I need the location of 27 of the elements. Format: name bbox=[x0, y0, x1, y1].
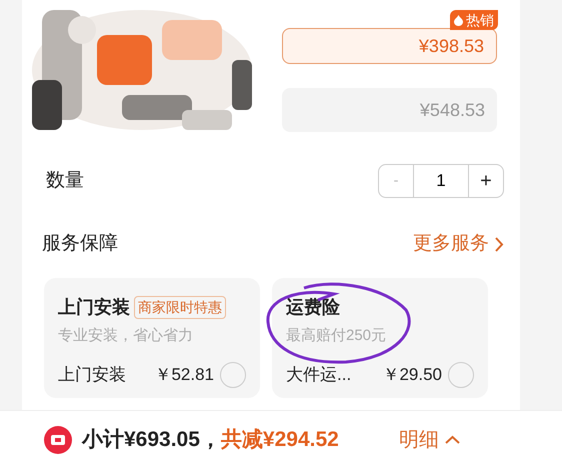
quantity-value: 1 bbox=[413, 165, 469, 197]
service-description: 专业安装，省心省力 bbox=[58, 326, 194, 346]
service-card[interactable]: 上门安装 商家限时特惠 专业安装，省心省力 上门安装 ￥52.81 bbox=[44, 278, 260, 398]
price-option[interactable]: ¥548.53 bbox=[282, 88, 497, 132]
section-title: 服务保障 bbox=[42, 232, 118, 256]
promo-tag: 商家限时特惠 bbox=[134, 296, 226, 319]
more-services-link[interactable]: 更多服务 bbox=[413, 230, 504, 258]
radio-button[interactable] bbox=[220, 362, 246, 388]
service-description: 最高赔付250元 bbox=[286, 326, 388, 346]
ticket-icon bbox=[44, 426, 72, 454]
service-price: ￥52.81 bbox=[154, 364, 214, 386]
service-item: 大件运... bbox=[286, 364, 352, 386]
subtotal: 小计¥693.05， bbox=[82, 426, 221, 453]
price-option[interactable]: ¥398.53 bbox=[282, 28, 497, 64]
quantity-label: 数量 bbox=[46, 168, 84, 193]
discount-total: 共减¥294.52 bbox=[220, 426, 339, 453]
decrease-button[interactable]: - bbox=[379, 165, 413, 197]
service-price: ￥29.50 bbox=[382, 364, 442, 386]
chevron-up-icon bbox=[444, 435, 460, 444]
details-link[interactable]: 明细 bbox=[398, 424, 460, 454]
hot-badge: 热销 bbox=[450, 10, 498, 30]
chevron-right-icon bbox=[495, 236, 504, 252]
service-title: 运费险 bbox=[286, 296, 340, 319]
service-title: 上门安装 bbox=[58, 296, 130, 319]
increase-button[interactable]: + bbox=[469, 165, 503, 197]
radio-button[interactable] bbox=[448, 362, 474, 388]
service-item: 上门安装 bbox=[58, 364, 126, 386]
